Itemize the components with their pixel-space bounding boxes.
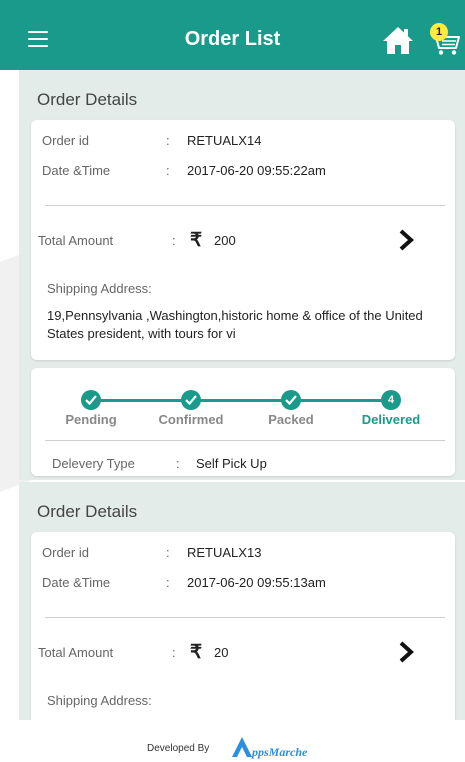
divider xyxy=(45,617,445,618)
order-group: Order Details Order id : RETUALX14 Date … xyxy=(19,70,465,480)
cart-count-badge: 1 xyxy=(430,23,448,41)
separator: : xyxy=(166,545,170,560)
brand-name: ppsMarche xyxy=(251,745,308,759)
shipping-address-label: Shipping Address: xyxy=(47,281,152,296)
home-icon[interactable] xyxy=(382,25,414,55)
chevron-right-icon[interactable] xyxy=(397,640,415,664)
status-label-confirmed: Confirmed xyxy=(158,412,224,427)
order-id-row: Order id : RETUALX14 xyxy=(42,133,261,148)
status-label-delivered: Delivered xyxy=(361,412,421,427)
check-icon xyxy=(185,395,197,405)
date-value: 2017-06-20 09:55:13am xyxy=(187,575,326,590)
status-step-delivered: 4 xyxy=(381,390,401,410)
delivery-type-label: Delevery Type xyxy=(52,456,135,471)
order-section-title: Order Details xyxy=(37,90,138,109)
total-amount-label: Total Amount xyxy=(38,645,114,660)
separator: : xyxy=(166,163,170,178)
date-value: 2017-06-20 09:55:22am xyxy=(187,163,326,178)
app-bar: Order List 1 xyxy=(0,0,465,70)
status-track-line xyxy=(91,399,391,402)
date-label: Date &Time xyxy=(42,163,111,178)
separator: : xyxy=(166,133,170,148)
divider xyxy=(45,440,445,441)
order-section-title: Order Details xyxy=(37,502,138,521)
separator: : xyxy=(172,645,176,660)
appsmarche-logo[interactable]: ppsMarche xyxy=(232,735,322,761)
check-icon xyxy=(285,395,297,405)
status-step-confirmed xyxy=(181,390,201,410)
total-amount-value: 20 xyxy=(214,645,229,660)
separator: : xyxy=(176,456,180,471)
status-label-pending: Pending xyxy=(65,412,117,427)
shipping-address-value: 19,Pennsylvania ,Washington,historic hom… xyxy=(47,308,423,341)
order-group: Order Details Order id : RETUALX13 Date … xyxy=(19,482,465,720)
chevron-right-icon[interactable] xyxy=(397,228,415,252)
rupee-icon: ₹ xyxy=(190,230,203,251)
delivery-type-value: Self Pick Up xyxy=(196,456,267,471)
rupee-icon: ₹ xyxy=(190,642,203,663)
status-step-pending xyxy=(81,390,101,410)
check-icon xyxy=(85,395,97,405)
order-status-card: 4 Pending Confirmed Packed Delivered Del… xyxy=(31,368,455,476)
delivery-type-row: Delevery Type : Self Pick Up xyxy=(52,456,267,471)
date-row: Date &Time : 2017-06-20 09:55:22am xyxy=(42,163,326,178)
order-id-value: RETUALX14 xyxy=(187,133,262,148)
order-list[interactable]: Order Details Order id : RETUALX14 Date … xyxy=(0,70,465,720)
total-amount-value: 200 xyxy=(214,233,236,248)
separator: : xyxy=(166,575,170,590)
order-id-value: RETUALX13 xyxy=(187,545,262,560)
footer: Developed By ppsMarche xyxy=(0,725,465,762)
total-amount-row: Total Amount : ₹ 20 xyxy=(38,642,228,663)
separator: : xyxy=(172,233,176,248)
date-row: Date &Time : 2017-06-20 09:55:13am xyxy=(42,575,326,590)
order-details-card[interactable]: Order id : RETUALX13 Date &Time : 2017-0… xyxy=(31,532,455,720)
order-id-label: Order id xyxy=(42,545,89,560)
order-id-label: Order id xyxy=(42,133,89,148)
total-amount-label: Total Amount xyxy=(38,233,114,248)
developed-by-text: Developed By xyxy=(147,743,210,754)
order-id-row: Order id : RETUALX13 xyxy=(42,545,261,560)
total-amount-row: Total Amount : ₹ 200 xyxy=(38,230,236,251)
order-details-card[interactable]: Order id : RETUALX14 Date &Time : 2017-0… xyxy=(31,120,455,360)
divider xyxy=(45,205,445,206)
status-label-packed: Packed xyxy=(268,412,314,427)
status-step-packed xyxy=(281,390,301,410)
date-label: Date &Time xyxy=(42,575,111,590)
shipping-address-label: Shipping Address: xyxy=(47,693,152,708)
